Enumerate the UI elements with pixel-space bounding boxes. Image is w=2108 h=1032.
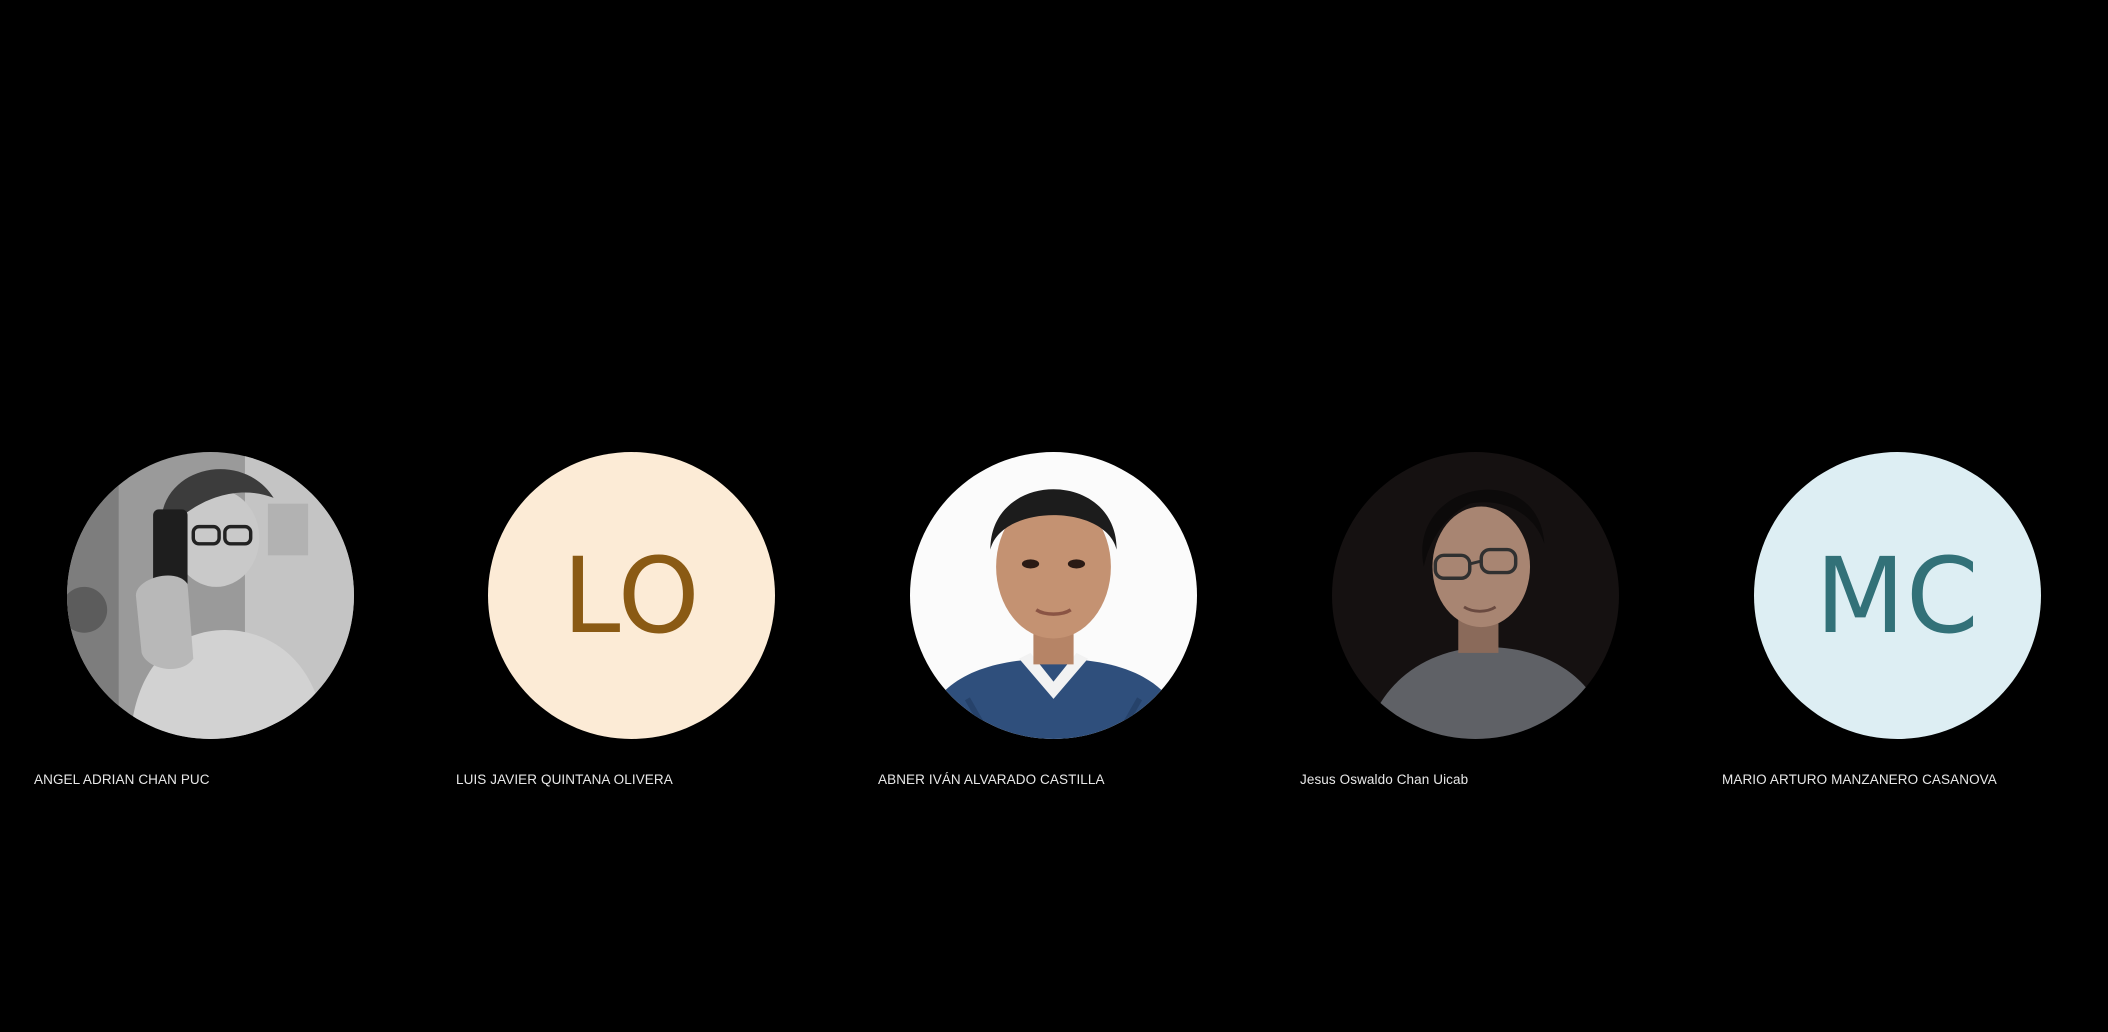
portrait-photo-white-background [910, 452, 1197, 739]
participant-tile-angel[interactable]: ANGEL ADRIAN CHAN PUC [0, 0, 422, 1032]
participant-name: MARIO ARTURO MANZANERO CASANOVA [1722, 772, 1997, 787]
dark-portrait-photo-glasses [1332, 452, 1619, 739]
avatar-initials-text: LO [562, 534, 701, 657]
grayscale-selfie-photo [67, 452, 354, 739]
participant-tile-luis[interactable]: LO LUIS JAVIER QUINTANA OLIVERA [422, 0, 844, 1032]
avatar-initials: MC [1754, 452, 2041, 739]
participant-tile-abner[interactable]: ABNER IVÁN ALVARADO CASTILLA [844, 0, 1266, 1032]
avatar [1332, 452, 1619, 739]
avatar-initials: LO [488, 452, 775, 739]
participant-tile-jesus[interactable]: Jesus Oswaldo Chan Uicab [1266, 0, 1688, 1032]
participant-name: ABNER IVÁN ALVARADO CASTILLA [878, 772, 1105, 787]
avatar [67, 452, 354, 739]
participant-name: LUIS JAVIER QUINTANA OLIVERA [456, 772, 673, 787]
participant-tile-mario[interactable]: MC MARIO ARTURO MANZANERO CASANOVA [1688, 0, 2108, 1032]
avatar-initials-text: MC [1815, 534, 1980, 657]
avatar [910, 452, 1197, 739]
participant-name: Jesus Oswaldo Chan Uicab [1300, 772, 1469, 787]
participant-name: ANGEL ADRIAN CHAN PUC [34, 772, 210, 787]
